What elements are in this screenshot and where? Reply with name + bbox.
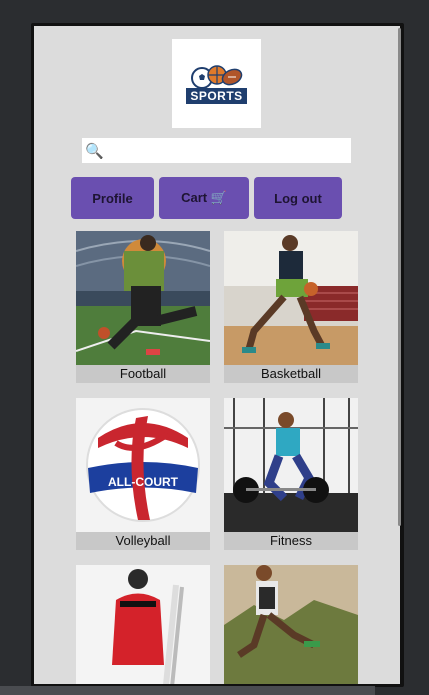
category-card-ski[interactable] (76, 565, 210, 684)
search-icon: 🔍 (85, 142, 104, 160)
svg-text:ALL-COURT: ALL-COURT (108, 475, 179, 489)
profile-button[interactable]: Profile (71, 177, 154, 219)
football-photo (76, 231, 210, 365)
sports-balls-icon (191, 65, 243, 89)
bottom-bar (0, 686, 375, 695)
category-card-basketball[interactable]: Basketball (224, 231, 358, 383)
category-card-fitness[interactable]: Fitness (224, 398, 358, 550)
scrollbar[interactable] (398, 28, 401, 526)
logo-text: SPORTS (186, 88, 247, 104)
category-label: Football (76, 365, 210, 383)
category-card-running[interactable] (224, 565, 358, 684)
search-input[interactable] (105, 139, 351, 162)
volleyball-photo: ALL-COURT (76, 398, 210, 532)
cart-button[interactable]: Cart 🛒 (159, 177, 249, 219)
category-label: Fitness (224, 532, 358, 550)
basketball-photo (224, 231, 358, 365)
sports-logo[interactable]: SPORTS (172, 39, 261, 128)
search-bar[interactable]: 🔍 (82, 138, 351, 163)
fitness-photo (224, 398, 358, 532)
category-card-football[interactable]: Football (76, 231, 210, 383)
category-card-volleyball[interactable]: ALL-COURT Volleyball (76, 398, 210, 550)
logout-button[interactable]: Log out (254, 177, 342, 219)
category-label: Volleyball (76, 532, 210, 550)
ski-photo (76, 565, 210, 684)
category-label: Basketball (224, 365, 358, 383)
app-screen: SPORTS 🔍 Profile Cart 🛒 Log out Football… (34, 26, 400, 684)
running-photo (224, 565, 358, 684)
